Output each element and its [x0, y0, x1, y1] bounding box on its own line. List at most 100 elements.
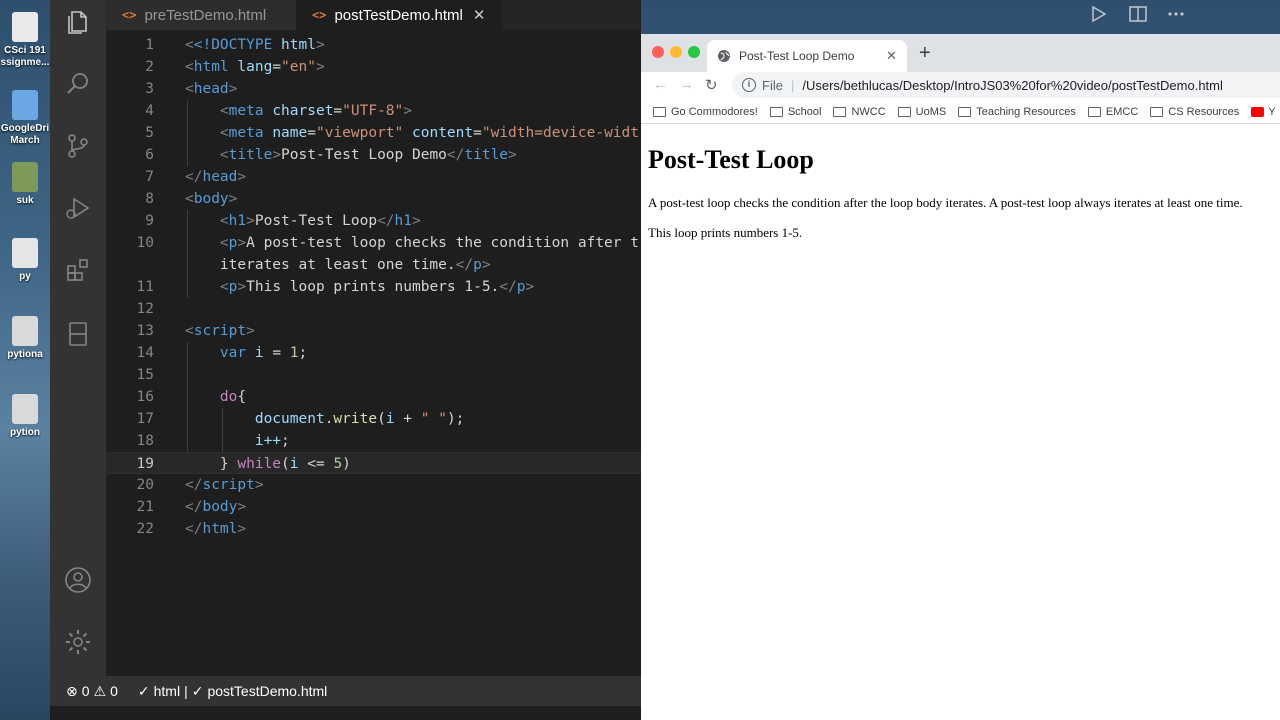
bookmark-folder-teaching-resources[interactable]: Teaching Resources [958, 106, 1076, 118]
code-line: 21 </body> [136, 499, 247, 515]
reload-icon[interactable]: ↻ [705, 76, 718, 94]
language-indicator[interactable]: ✓ html | ✓ postTestDemo.html [138, 683, 327, 700]
browser-tab[interactable]: Post-Test Loop Demo ✕ [707, 40, 907, 72]
html-file-icon: <> [312, 8, 327, 22]
document-icon [12, 394, 38, 424]
page-paragraph: A post-test loop checks the condition af… [648, 195, 1243, 210]
error-icon: ⊗ [66, 682, 78, 699]
folder-icon [833, 106, 847, 117]
code-line: 14 var i = 1; [136, 345, 308, 361]
bookmark-folder-school[interactable]: School [769, 106, 821, 118]
image-icon [12, 162, 38, 192]
tab-label: preTestDemo.html [144, 6, 267, 24]
tab-pretestdemo[interactable]: <> preTestDemo.html [106, 0, 296, 30]
back-arrow-icon[interactable]: ← [653, 76, 668, 93]
python-file-icon [12, 238, 38, 268]
bookmark-folder-cs-resources[interactable]: CS Resources [1150, 106, 1239, 118]
bookmark-folder-nwcc[interactable]: NWCC [833, 106, 886, 118]
code-line: 3 <head> [145, 81, 238, 97]
folder-icon [1150, 106, 1164, 117]
warning-icon: ⚠ [93, 682, 107, 699]
activity-bar [50, 0, 106, 676]
explorer-icon[interactable] [64, 8, 92, 36]
close-tab-icon[interactable]: ✕ [473, 6, 486, 24]
tab-label: postTestDemo.html [334, 6, 463, 24]
zoom-window-button[interactable] [688, 46, 700, 58]
desktop-item-csci[interactable]: CSci 191 ssignme... [0, 12, 50, 69]
vscode-window: <> preTestDemo.html <> postTestDemo.html… [50, 0, 641, 720]
folder-icon [897, 106, 911, 117]
desktop-item-suk[interactable]: suk [0, 162, 50, 207]
page-heading: Post-Test Loop [648, 145, 814, 174]
folder-icon [12, 90, 38, 120]
bookmark-page-icon [653, 106, 666, 117]
run-icon[interactable] [1088, 4, 1108, 24]
close-window-button[interactable] [652, 46, 664, 58]
notebook-icon[interactable] [64, 320, 92, 348]
status-bar: ⊗ 0 ⚠ 0 ✓ html | ✓ postTestDemo.html [50, 676, 641, 706]
bookmark-youtube[interactable]: Y [1251, 106, 1276, 118]
run-debug-icon[interactable] [64, 194, 92, 222]
code-line: 15 [136, 367, 154, 383]
code-line: 18 i++; [136, 433, 290, 449]
info-icon[interactable]: i [742, 78, 756, 92]
tab-posttestdemo[interactable]: <> postTestDemo.html ✕ [296, 0, 502, 30]
code-line-current: 19 } while(i <= 5) [106, 452, 641, 474]
code-line: 11 <p>This loop prints numbers 1-5.</p> [136, 279, 535, 295]
html-file-icon: <> [122, 8, 137, 22]
code-line: 12 [136, 301, 154, 317]
minimize-window-button[interactable] [670, 46, 682, 58]
code-line: 4 <meta charset="UTF-8"> [145, 103, 412, 119]
browser-window: Post-Test Loop Demo ✕ + ← → ↻ i File | /… [641, 34, 1280, 720]
close-tab-icon[interactable]: ✕ [886, 48, 897, 64]
desktop-item-py[interactable]: py [0, 238, 50, 283]
extensions-icon[interactable] [64, 256, 92, 284]
search-icon[interactable] [64, 70, 92, 98]
web-page-content: Post-Test Loop A post-test loop checks t… [641, 125, 1280, 720]
code-line: 10 <p>A post-test loop checks the condit… [136, 235, 639, 251]
problems-indicator[interactable]: ⊗ 0 ⚠ 0 [66, 683, 118, 700]
code-line: 9 <h1>Post-Test Loop</h1> [145, 213, 421, 229]
split-editor-icon[interactable] [1128, 4, 1148, 24]
folder-icon [958, 106, 972, 117]
more-actions-icon[interactable] [1166, 4, 1186, 24]
bookmarks-bar: Go Commodores! School NWCC UoMS Teaching… [641, 100, 1280, 124]
code-line: 17 document.write(i + " "); [136, 411, 465, 427]
browser-tab-title: Post-Test Loop Demo [739, 49, 855, 63]
bookmark-folder-uoms[interactable]: UoMS [897, 106, 946, 118]
code-line: 7 </head> [145, 169, 247, 185]
code-line: 5 <meta name="viewport" content="width=d… [145, 125, 639, 141]
youtube-icon [1251, 106, 1265, 117]
forward-arrow-icon[interactable]: → [679, 76, 694, 93]
code-line: 16 do{ [136, 389, 247, 405]
address-bar[interactable]: i File | /Users/bethlucas/Desktop/IntroJ… [732, 72, 1280, 98]
desktop-item-pytion[interactable]: pytion [0, 394, 50, 439]
browser-toolbar: ← → ↻ i File | /Users/bethlucas/Desktop/… [641, 72, 1280, 98]
code-line: 8 <body> [145, 191, 238, 207]
desktop-item-googledrive[interactable]: GoogleDri March [0, 90, 50, 147]
editor-tab-bar: <> preTestDemo.html <> postTestDemo.html… [106, 0, 641, 30]
folder-icon [1087, 106, 1101, 117]
folder-icon [769, 106, 783, 117]
page-output: This loop prints numbers 1-5. [648, 225, 803, 240]
settings-gear-icon[interactable] [64, 628, 92, 656]
new-tab-button[interactable]: + [919, 42, 931, 65]
code-line: 6 <title>Post-Test Loop Demo</title> [145, 147, 517, 163]
code-line: 22 </html> [136, 521, 247, 537]
browser-tab-strip: Post-Test Loop Demo ✕ + [641, 34, 1280, 72]
source-control-icon[interactable] [64, 132, 92, 160]
document-icon [12, 316, 38, 346]
file-icon [12, 12, 38, 42]
bookmark-folder-emcc[interactable]: EMCC [1087, 106, 1138, 118]
account-icon[interactable] [64, 566, 92, 594]
code-line: 2 <html lang="en"> [145, 59, 325, 75]
code-line: 1 <<!DOCTYPE html> [145, 37, 325, 53]
globe-icon [718, 50, 730, 62]
check-icon: ✓ [137, 682, 150, 699]
code-line: 13 <script> [136, 323, 255, 339]
code-line: iterates at least one time.</p> [219, 257, 491, 273]
bookmark-go-commodores[interactable]: Go Commodores! [653, 106, 758, 118]
desktop-item-pytiona[interactable]: pytiona [0, 316, 50, 361]
code-editor[interactable]: 1 <<!DOCTYPE html> 2 <html lang="en"> 3 <he… [106, 34, 641, 674]
code-line: 20 </script> [136, 477, 264, 493]
